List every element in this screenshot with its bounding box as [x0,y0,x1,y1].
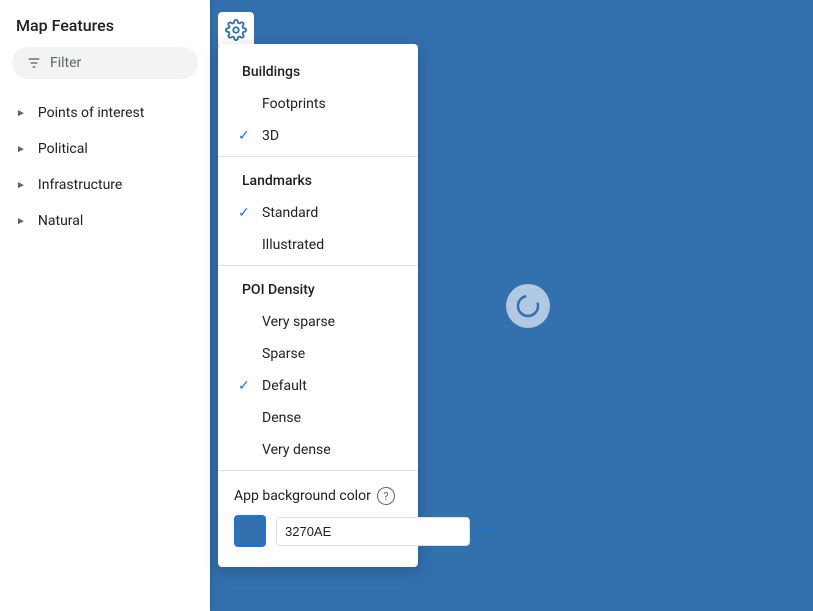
buildings-footprints-label: Footprints [262,96,326,112]
dropdown-menu: Buildings Footprints ✓ 3D Landmarks ✓ St… [218,44,418,567]
check-icon: ✓ [238,128,250,144]
nav-item-label: Natural [38,213,83,229]
help-icon[interactable]: ? [377,487,395,505]
poi-sparse-label: Sparse [262,346,305,362]
chevron-icon: ► [16,108,26,119]
nav-item-label: Points of interest [38,105,144,121]
sidebar-item-political[interactable]: ► Political [0,131,210,167]
divider-2 [218,265,418,266]
landmarks-standard-item[interactable]: ✓ Standard [218,197,418,229]
buildings-section-title: Buildings [218,52,418,88]
color-section-header: App background color ? [234,487,402,505]
poi-default-item[interactable]: ✓ Default [218,370,418,402]
color-reset-button[interactable]: — [480,522,494,540]
check-icon: ✓ [238,205,250,221]
color-swatch[interactable] [234,515,266,547]
color-section: App background color ? — [218,475,418,559]
landmarks-section-title: Landmarks [218,161,418,197]
poi-dense-label: Dense [262,410,301,426]
poi-very-sparse-item[interactable]: Very sparse [218,306,418,338]
sidebar-item-infrastructure[interactable]: ► Infrastructure [0,167,210,203]
sidebar-title: Map Features [0,0,210,47]
divider-3 [218,470,418,471]
check-icon: ✓ [238,378,250,394]
divider-1 [218,156,418,157]
poi-very-sparse-label: Very sparse [262,314,335,330]
chevron-icon: ► [16,144,26,155]
sidebar-title-text: Map Features [16,16,114,35]
filter-icon [26,55,42,71]
landmarks-illustrated-label: Illustrated [262,237,324,253]
poi-density-section-title: POI Density [218,270,418,306]
sidebar-item-points-of-interest[interactable]: ► Points of interest [0,95,210,131]
sidebar-nav: ► Points of interest ► Political ► Infra… [0,91,210,243]
color-row: — [234,515,402,547]
buildings-footprints-item[interactable]: Footprints [218,88,418,120]
color-input[interactable] [276,517,470,546]
poi-very-dense-item[interactable]: Very dense [218,434,418,466]
buildings-3d-item[interactable]: ✓ 3D [218,120,418,152]
landmarks-illustrated-item[interactable]: Illustrated [218,229,418,261]
sidebar-item-natural[interactable]: ► Natural [0,203,210,239]
sidebar: Map Features Filter ► Points of interest… [0,0,210,611]
gear-button[interactable] [218,12,254,48]
poi-very-dense-label: Very dense [262,442,331,458]
poi-default-label: Default [262,378,307,394]
chevron-icon: ► [16,180,26,191]
landmarks-standard-label: Standard [262,205,318,221]
loading-spinner [506,284,550,328]
filter-bar[interactable]: Filter [12,47,198,79]
chevron-icon: ► [16,216,26,227]
poi-sparse-item[interactable]: Sparse [218,338,418,370]
buildings-3d-label: 3D [262,128,279,144]
poi-dense-item[interactable]: Dense [218,402,418,434]
nav-item-label: Infrastructure [38,177,122,193]
spinner-container [506,284,550,328]
color-section-title: App background color [234,488,371,504]
nav-item-label: Political [38,141,88,157]
filter-label: Filter [50,55,81,71]
